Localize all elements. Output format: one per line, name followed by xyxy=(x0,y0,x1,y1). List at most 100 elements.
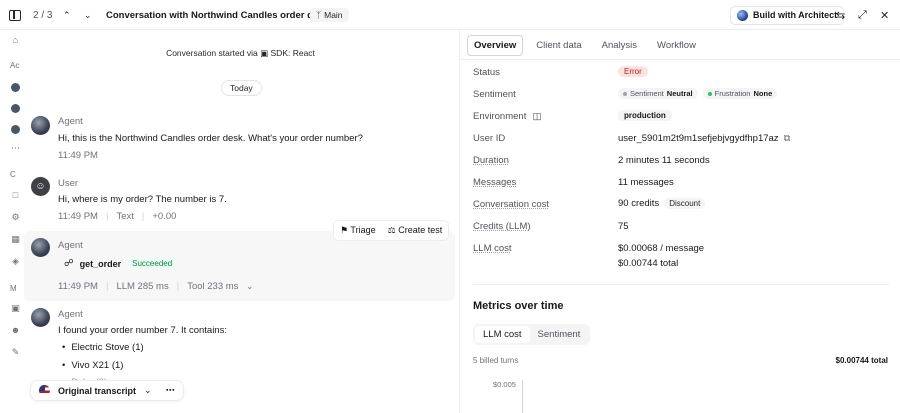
status-value: Error xyxy=(618,66,648,77)
edit-icon[interactable]: ✎ xyxy=(10,347,21,358)
toggle-sentiment[interactable]: Sentiment xyxy=(530,326,589,343)
meta-divider: | xyxy=(141,211,145,222)
discount-badge: Discount xyxy=(664,198,706,209)
chip-value: Neutral xyxy=(666,89,693,98)
credits-llm-label: Credits (LLM) xyxy=(473,221,531,232)
chevron-down-icon[interactable]: ⌄ xyxy=(246,282,253,291)
environment-row: Environment ◫ xyxy=(473,111,541,122)
build-with-architect-button[interactable]: Build with Architect xyxy=(730,0,845,30)
environment-label: Environment xyxy=(473,111,527,122)
top-bar: 2 / 3 ⌃ ⌄ Conversation with Northwind Ca… xyxy=(0,0,900,30)
message-meta: 11:49 PM | LLM 285 ms | Tool 233 ms ⌄ xyxy=(58,281,253,292)
tool-icon: ☍ xyxy=(64,258,74,269)
llm-latency: LLM 285 ms xyxy=(116,281,169,292)
triage-button[interactable]: ⚑ Triage xyxy=(334,221,382,240)
message-sender: Agent xyxy=(58,116,83,127)
original-transcript-dropdown[interactable]: Original transcript xyxy=(58,386,136,396)
conversations-icon[interactable]: ▣ xyxy=(10,303,21,314)
panel-divider xyxy=(459,30,460,413)
tab-workflow[interactable]: Workflow xyxy=(650,35,703,56)
duration-label: Duration xyxy=(473,155,509,166)
tool-call[interactable]: ☍ get_order Succeeded xyxy=(58,258,178,269)
rail-section-label: C xyxy=(10,170,16,179)
chevron-down-icon[interactable]: ⌄ xyxy=(144,385,152,396)
cost-credits: 90 credits xyxy=(618,198,660,209)
metrics-total: $0.00744 total xyxy=(835,356,888,365)
agent-avatar-icon[interactable] xyxy=(11,83,20,92)
message-meta: 11:49 PM xyxy=(58,150,98,161)
status-badge: Error xyxy=(618,66,648,77)
messages-label: Messages xyxy=(473,177,517,188)
toggle-llm-cost[interactable]: LLM cost xyxy=(475,326,530,343)
messages-value: 11 messages xyxy=(618,177,674,188)
grid-icon[interactable]: ▦ xyxy=(10,234,21,245)
conversation-cost-label: Conversation cost xyxy=(473,199,550,210)
book-icon[interactable]: ◫ xyxy=(532,111,541,122)
agent-avatar-icon[interactable] xyxy=(11,125,20,134)
message-sender: User xyxy=(58,178,79,189)
close-icon[interactable]: ✕ xyxy=(880,0,889,30)
users-icon[interactable]: ☻ xyxy=(10,325,21,336)
transcript-language-bar: Original transcript ⌄ ⋯ xyxy=(30,380,184,401)
settings-sliders-icon[interactable]: ⇆ xyxy=(836,0,845,30)
chip-value: None xyxy=(753,89,773,98)
tabs-divider xyxy=(460,59,900,60)
chevron-down-icon[interactable]: ⌄ xyxy=(84,0,92,30)
create-test-label: Create test xyxy=(398,225,443,235)
section-divider xyxy=(473,284,889,285)
message-meta: 11:49 PM | Text | +0.00 xyxy=(58,211,176,222)
branch-badge[interactable]: ᛉ Main xyxy=(310,0,349,30)
llm-cost-label: LLM cost xyxy=(473,243,512,254)
metrics-toggle: LLM cost Sentiment xyxy=(473,324,591,345)
user-id-label: User ID xyxy=(473,133,506,144)
tab-analysis[interactable]: Analysis xyxy=(595,35,644,56)
sentiment-delta: +0.00 xyxy=(152,211,177,222)
conversation-panel: Conversation started via ▣ SDK: React To… xyxy=(22,30,459,413)
tab-overview[interactable]: Overview xyxy=(467,35,524,56)
branch-label: Main xyxy=(324,10,343,20)
started-via-label: Conversation started via xyxy=(166,48,258,58)
message-sender: Agent xyxy=(58,240,83,251)
meta-divider: | xyxy=(176,281,180,292)
us-flag-icon xyxy=(39,385,50,396)
user-id-value: user_5901m2t9m1sefjebjvgydfhp17az ⧉ xyxy=(618,133,790,144)
neutral-dot-icon xyxy=(623,91,627,96)
page-title: Conversation with Northwind Candles orde… xyxy=(106,9,329,21)
sdk-icon: ▣ xyxy=(260,48,269,58)
message-sender: Agent xyxy=(58,309,83,320)
billed-turns: 5 billed turns xyxy=(473,356,519,365)
sidebar-toggle-icon[interactable] xyxy=(9,0,21,30)
y-axis-tick: $0.005 xyxy=(493,380,516,389)
conversation-cost-value: 90 credits Discount xyxy=(618,198,706,209)
conversation-pager: 2 / 3 xyxy=(33,9,53,21)
chevron-up-icon[interactable]: ⌃ xyxy=(63,0,71,30)
message-type: Text xyxy=(116,211,134,222)
create-test-button[interactable]: ⚖ Create test xyxy=(382,221,449,240)
meta-divider: | xyxy=(105,281,109,292)
flag-icon: ⚑ xyxy=(340,225,349,235)
integrations-icon[interactable]: ◈ xyxy=(10,256,21,267)
copy-icon[interactable]: ⧉ xyxy=(784,133,791,144)
llm-cost-per-message: $0.00068 / message xyxy=(618,243,705,254)
more-options-icon[interactable]: ⋯ xyxy=(166,385,175,396)
message-time: 11:49 PM xyxy=(58,211,98,222)
home-icon[interactable]: ⌂ xyxy=(10,35,21,46)
tab-client-data[interactable]: Client data xyxy=(529,35,588,56)
tool-icon[interactable]: ⚙ xyxy=(10,212,21,223)
status-label: Status xyxy=(473,67,500,78)
tool-status-badge: Succeeded xyxy=(127,258,178,269)
more-icon[interactable]: ⋯ xyxy=(10,143,21,154)
architect-label: Build with Architect xyxy=(753,10,838,20)
sentiment-chip: Sentiment Neutral xyxy=(618,88,698,99)
credits-llm-value: 75 xyxy=(618,221,629,232)
chat-icon[interactable]: □ xyxy=(10,190,21,201)
agent-avatar-icon[interactable] xyxy=(11,104,20,113)
metrics-title: Metrics over time xyxy=(473,300,564,312)
user-avatar-icon: ☺ xyxy=(31,177,50,196)
llm-cost-total: $0.00744 total xyxy=(618,258,679,269)
sentiment-value: Sentiment Neutral Frustration None xyxy=(618,88,778,99)
sentiment-label: Sentiment xyxy=(473,89,516,100)
expand-icon[interactable]: ⤢ xyxy=(858,0,867,30)
tool-latency[interactable]: Tool 233 ms xyxy=(187,281,238,292)
chart-y-axis xyxy=(522,380,523,413)
